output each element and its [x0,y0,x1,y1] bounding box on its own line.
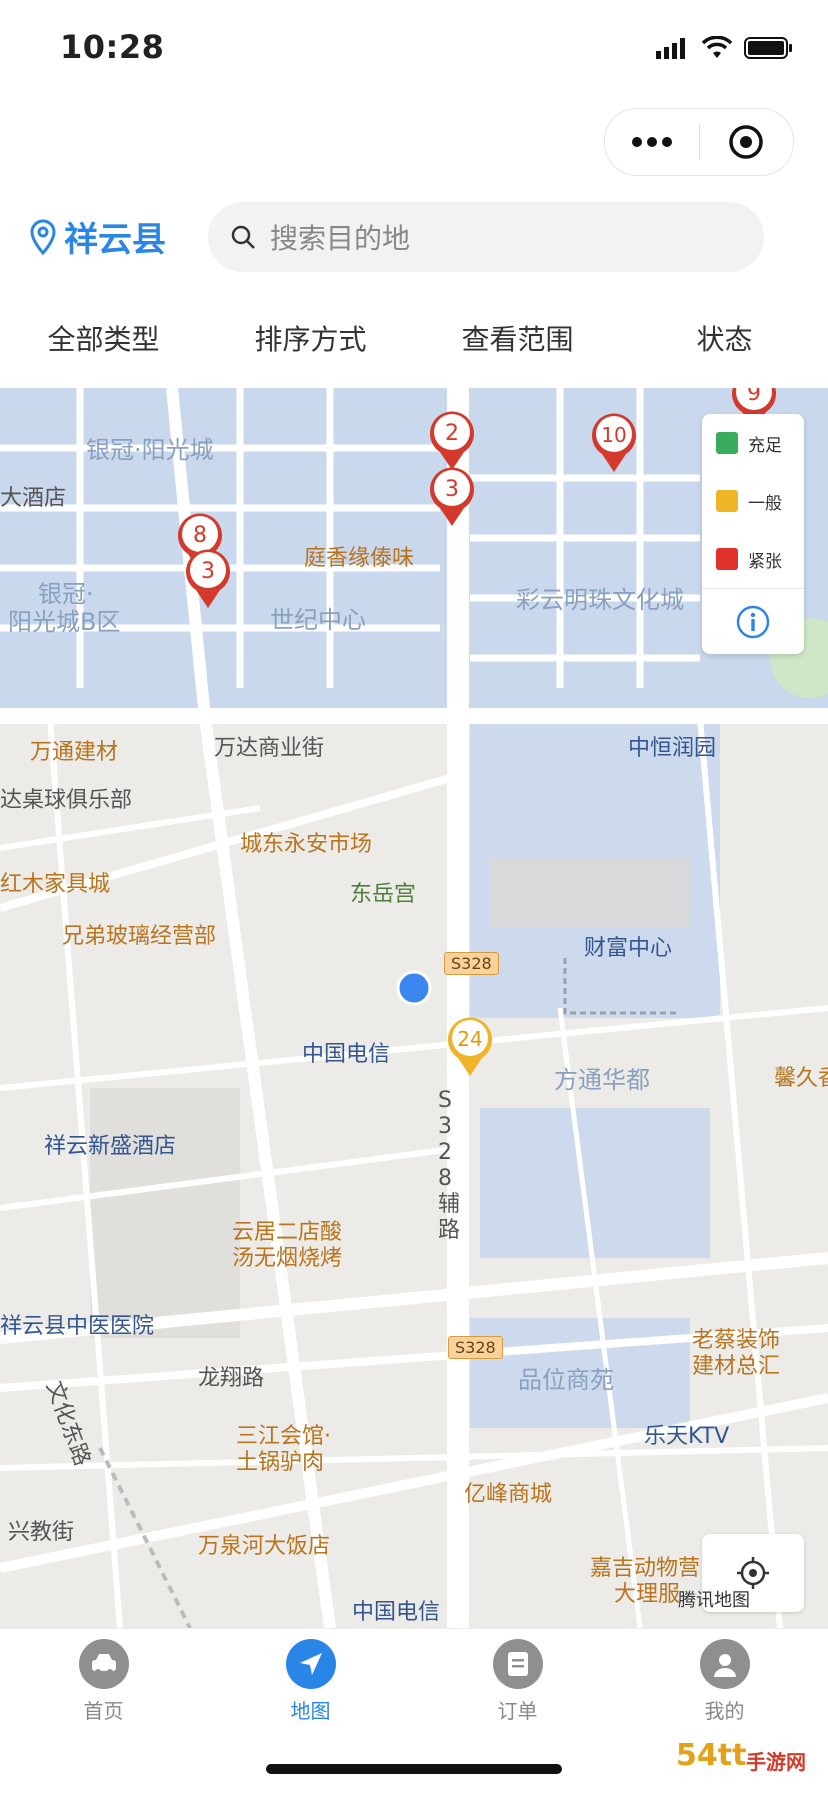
info-icon [736,605,770,639]
miniprogram-capsule [604,108,794,176]
filter-status[interactable]: 状态 [621,300,828,376]
map-poi-label: 庭香缘傣味 [304,546,415,571]
map-poi-label: 万通建材 [30,740,119,765]
filter-range[interactable]: 查看范围 [414,300,621,376]
car-icon [78,1639,129,1689]
location-pin-icon [30,218,56,255]
crosshair-icon [737,1557,769,1589]
map-poi-label: 万达商业街 [214,736,325,761]
tab-home[interactable]: 首页 [0,1629,207,1793]
map-poi-label: 兴教街 [8,1520,75,1545]
map-poi-label: 中国电信 [352,1600,441,1625]
target-circle-icon [729,125,763,159]
marker-count: 3 [445,477,459,502]
wifi-icon [702,36,732,58]
map-area-label: 世纪中心 [270,606,366,634]
status-time: 10:28 [60,28,165,66]
home-indicator [266,1764,562,1774]
map-poi-label: 财富中心 [584,936,673,961]
user-icon [699,1639,750,1689]
overlay-brand-text: 手游网 [746,1750,806,1774]
marker-count: 3 [201,559,215,584]
map-poi-label: 城东永安市场 [240,832,373,857]
map-area-label: 品位商苑 [518,1366,614,1394]
station-marker[interactable]: 10 [588,408,640,474]
legend-item-busy: 紧张 [702,530,804,588]
map-area-label: 方通华都 [554,1066,650,1094]
map-area-label: 银冠·阳光城 [86,436,214,464]
map-poi-label: 祥云县中医医院 [0,1314,155,1339]
map-poi-label: 东岳宫 [350,882,417,907]
overlay-brand-logo: 54tt [676,1738,747,1773]
map-poi-label: 龙翔路 [198,1366,265,1391]
location-name: 祥云县 [64,220,166,260]
station-marker[interactable]: 3 [426,462,478,528]
map-poi-label: 大酒店 [0,486,67,511]
search-input[interactable]: 搜索目的地 [208,202,764,272]
filter-bar: 全部类型 排序方式 查看范围 状态 [0,300,828,376]
legend-swatch-yellow [716,490,738,512]
map-poi-label: 馨久香 [774,1066,828,1091]
map-poi-label: 兄弟玻璃经营部 [62,924,217,949]
more-button[interactable] [605,109,699,175]
map-area-label: 彩云明珠文化城 [516,586,684,614]
marker-count: 2 [445,421,459,446]
filter-all-types[interactable]: 全部类型 [0,300,207,376]
map-poi-label: 祥云新盛酒店 [44,1134,177,1159]
legend-swatch-red [716,548,738,570]
map-watermark: 腾讯地图 [678,1590,750,1611]
status-icons [656,36,794,60]
map-poi-label: 大理服 [614,1582,681,1607]
tab-label: 首页 [83,1699,124,1723]
map-poi-label: 红木家具城 [0,872,111,897]
map-poi-label: 土锅驴肉 [236,1450,325,1475]
marker-count: 24 [457,1027,482,1051]
legend-label: 紧张 [748,551,782,572]
road-label: S328辅路 [438,1088,461,1243]
close-miniprogram-button[interactable] [700,109,794,175]
more-dots-icon [631,137,672,147]
marker-count: 10 [601,423,626,447]
map-poi-label: 建材总汇 [692,1354,781,1379]
search-placeholder: 搜索目的地 [270,222,411,255]
map-poi-label: 达桌球俱乐部 [0,788,133,813]
map-poi-label: 亿峰商城 [464,1482,553,1507]
legend-label: 一般 [748,493,782,514]
station-marker[interactable]: 3 [182,544,234,610]
status-legend: 充足 一般 紧张 [702,414,804,654]
location-selector[interactable]: 祥云县 [30,212,166,261]
station-marker[interactable]: 24 [444,1012,496,1078]
road-badge: S328 [444,952,499,975]
signal-icon [656,38,685,59]
legend-swatch-green [716,432,738,454]
map-poi-label: 乐天KTV [644,1424,730,1449]
legend-info-button[interactable] [702,588,804,655]
document-icon [492,1639,543,1689]
filter-sort[interactable]: 排序方式 [207,300,414,376]
marker-count: 9 [747,388,761,406]
tab-label: 订单 [497,1699,538,1723]
navigation-arrow-icon [285,1639,336,1689]
legend-item-normal: 一般 [702,472,804,530]
map-area-label: 阳光城B区 [8,608,121,636]
map-poi-label: 中国电信 [302,1042,391,1067]
search-icon [231,225,255,249]
battery-icon [744,37,792,59]
road-badge: S328 [448,1336,503,1359]
tab-label: 地图 [290,1699,331,1723]
legend-label: 充足 [748,435,782,456]
map-poi-label: 中恒润园 [628,736,717,761]
tab-label: 我的 [704,1699,745,1723]
legend-item-sufficient: 充足 [702,414,804,472]
map-poi-label: 万泉河大饭店 [198,1534,331,1559]
map-poi-label: 汤无烟烧烤 [232,1246,343,1271]
